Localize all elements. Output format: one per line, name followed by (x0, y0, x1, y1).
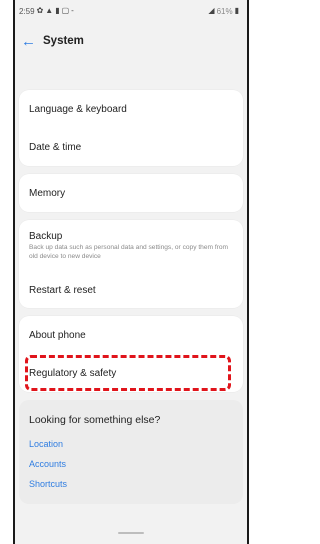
about-phone-item[interactable]: About phone (19, 316, 243, 354)
item-label: Regulatory & safety (29, 367, 117, 379)
gesture-handle[interactable] (118, 532, 144, 534)
item-label: About phone (29, 329, 86, 341)
item-description: Back up data such as personal data and s… (29, 244, 229, 260)
item-label: Language & keyboard (29, 103, 127, 115)
location-link[interactable]: Location (29, 434, 233, 454)
settings-group-2: Memory (19, 174, 243, 212)
battery-icon: ▮ (234, 6, 239, 15)
date-time-item[interactable]: Date & time (19, 128, 243, 166)
gear-icon: ✿ (36, 6, 44, 15)
shortcuts-link[interactable]: Shortcuts (29, 474, 233, 494)
image-icon: ▢ (61, 6, 70, 15)
back-arrow-icon[interactable]: ← (21, 33, 39, 50)
language-keyboard-item[interactable]: Language & keyboard (19, 90, 243, 128)
backup-item[interactable]: Backup Back up data such as personal dat… (19, 220, 243, 272)
restart-reset-item[interactable]: Restart & reset (19, 272, 243, 308)
item-label: Restart & reset (29, 284, 96, 296)
settings-group-1: Language & keyboard Date & time (19, 90, 243, 166)
accounts-link[interactable]: Accounts (29, 454, 233, 474)
page-title: System (43, 35, 84, 47)
signal-icon: ◢ (208, 6, 215, 15)
suggestions-title: Looking for something else? (29, 414, 161, 426)
dash-icon: - (71, 6, 74, 15)
suggestions-panel: Looking for something else? Location Acc… (19, 400, 243, 504)
app-header: ← System (15, 26, 247, 56)
a-icon: ▲ (45, 6, 54, 15)
settings-group-3: Backup Back up data such as personal dat… (19, 220, 243, 308)
status-right: ◢ 61% ▮ (208, 7, 239, 16)
phone-screen: 2:59 ✿ ▲ ▮ ▢ - ◢ 61% ▮ ← System Language… (13, 0, 249, 544)
battery-text: 61% (216, 6, 233, 16)
status-left: 2:59 ✿ ▲ ▮ ▢ - (19, 7, 74, 16)
settings-group-4: About phone Regulatory & safety (19, 316, 243, 392)
memory-item[interactable]: Memory (19, 174, 243, 212)
item-label: Backup (29, 231, 63, 243)
status-time: 2:59 (19, 6, 35, 16)
status-bar: 2:59 ✿ ▲ ▮ ▢ - ◢ 61% ▮ (15, 0, 247, 22)
lock-icon: ▮ (55, 6, 60, 15)
regulatory-safety-item[interactable]: Regulatory & safety (19, 354, 243, 392)
item-label: Memory (29, 187, 66, 199)
item-label: Date & time (29, 141, 82, 153)
